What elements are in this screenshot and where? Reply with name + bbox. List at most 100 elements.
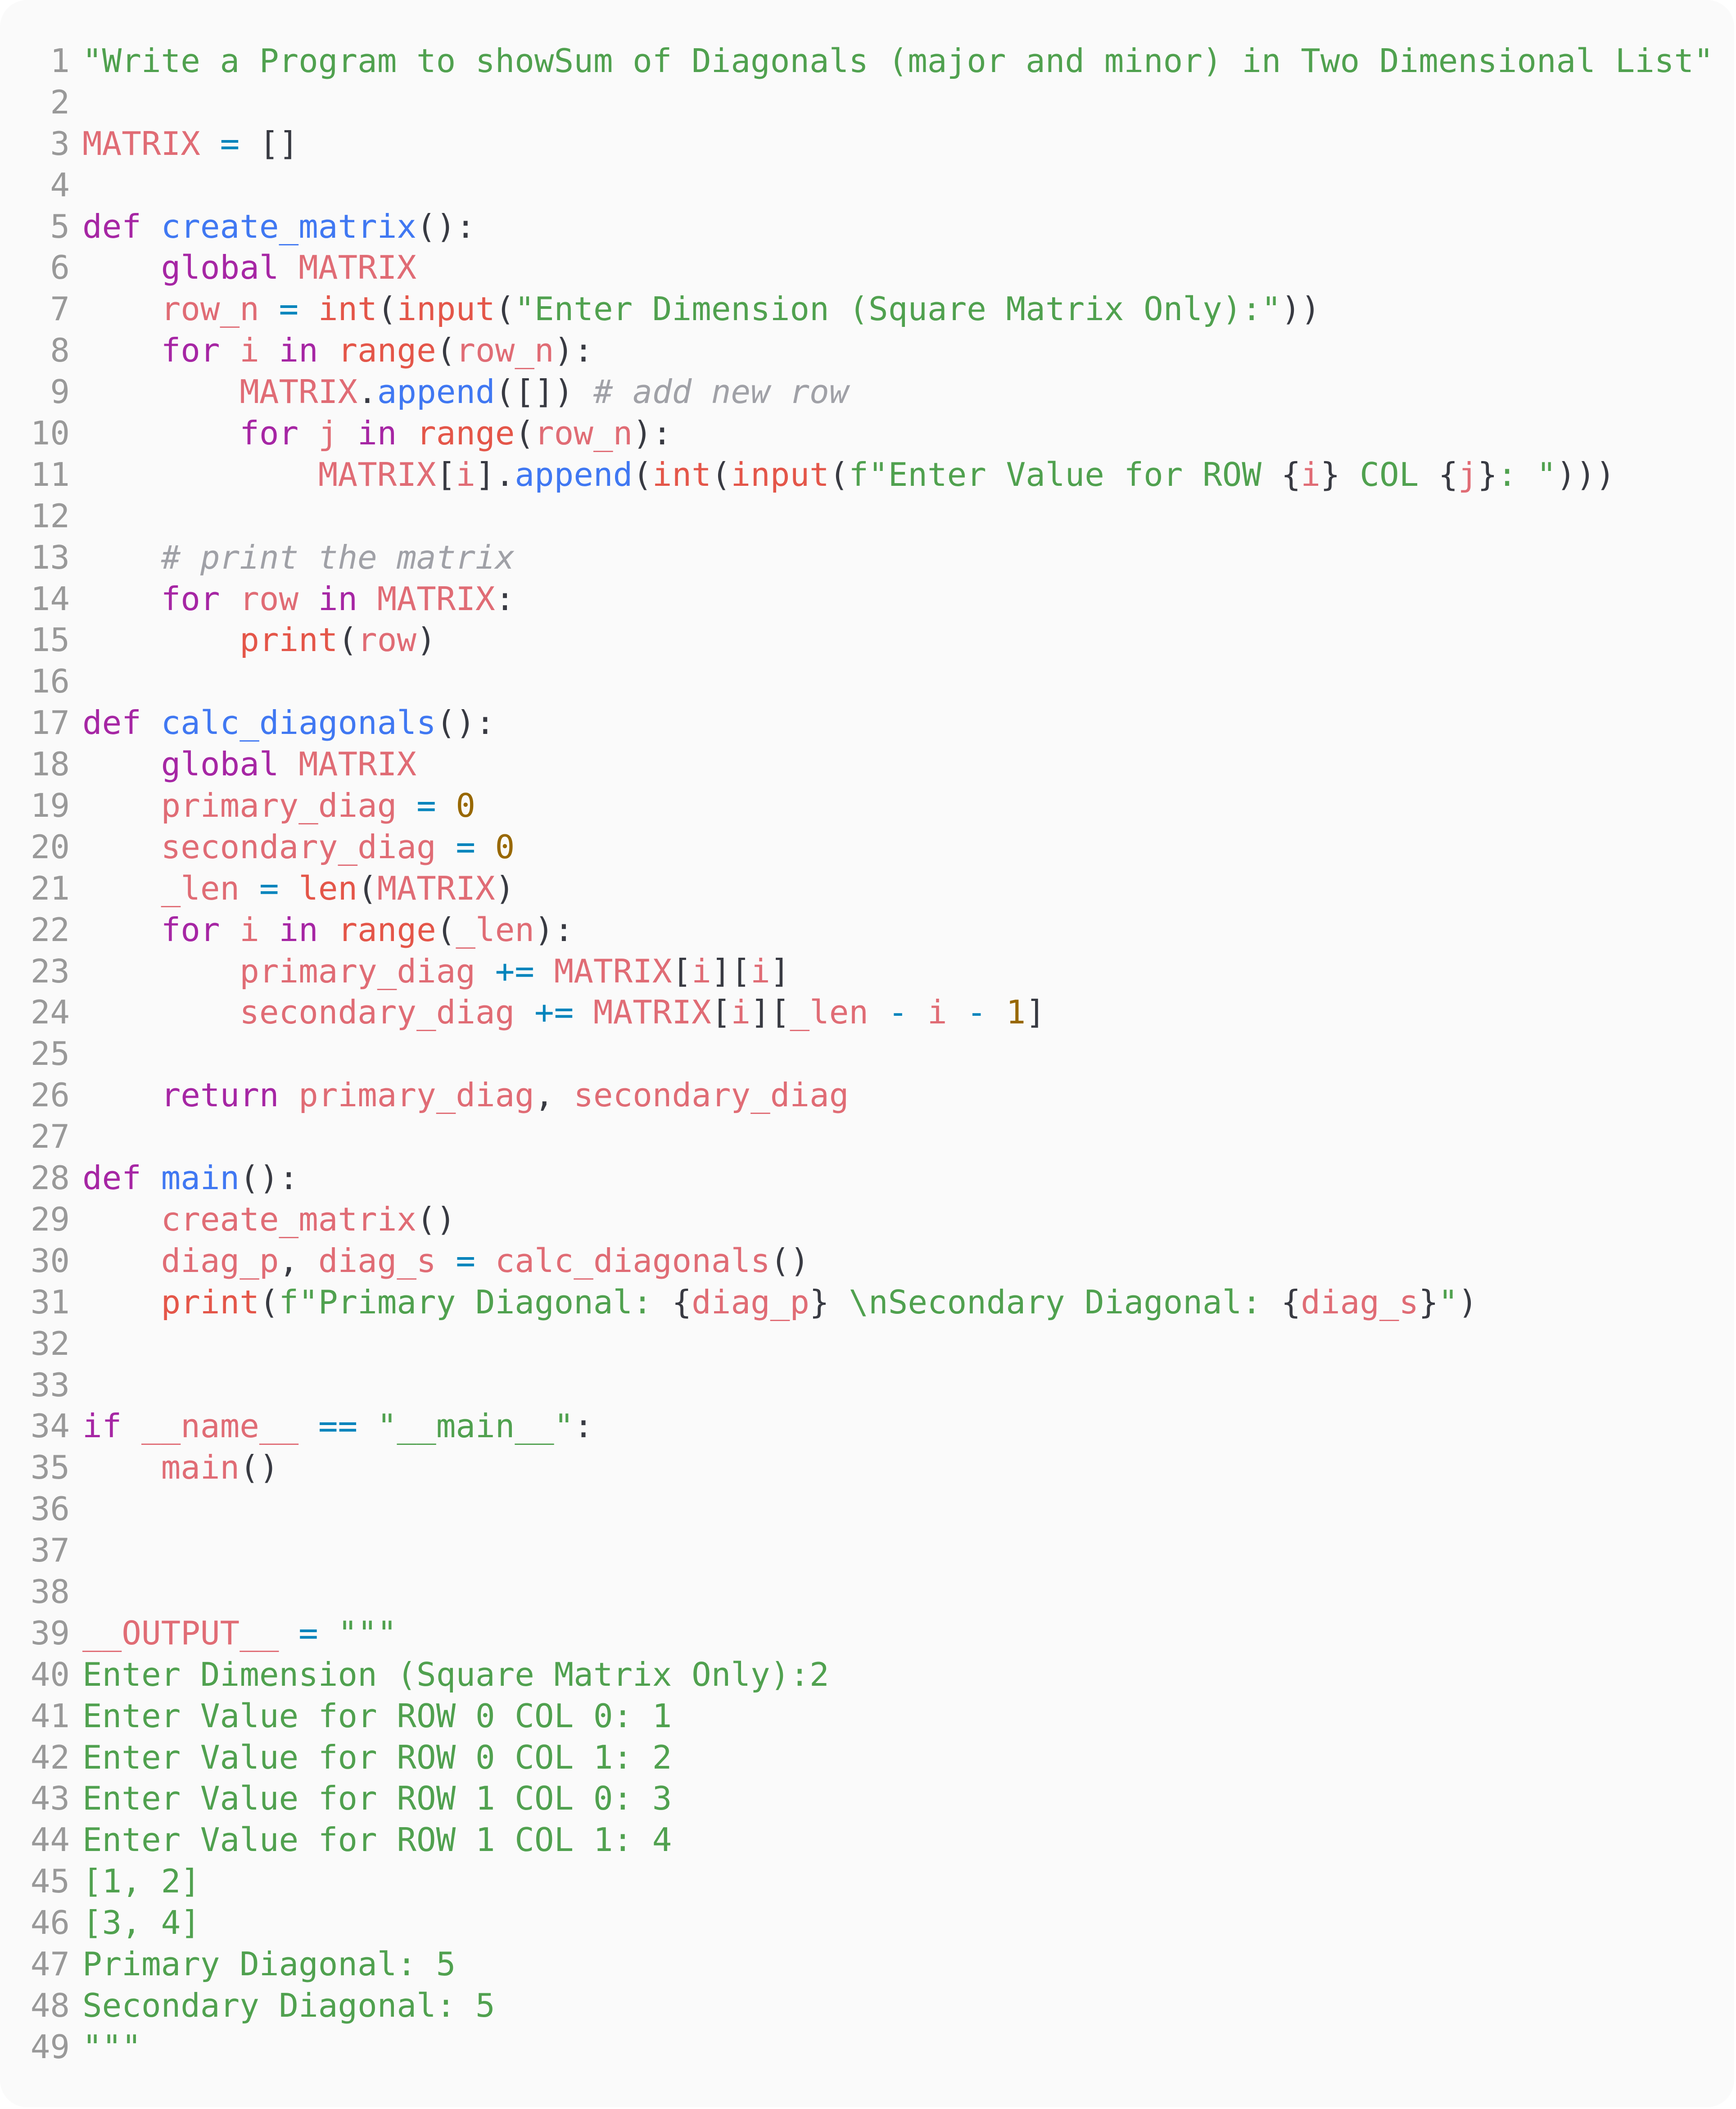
code-line[interactable]: 4: [0, 165, 1734, 207]
code-line[interactable]: 7 row_n = int(input("Enter Dimension (Sq…: [0, 289, 1734, 330]
code-line[interactable]: 38: [0, 1572, 1734, 1613]
variable-token: MATRIX: [318, 456, 436, 494]
code-text: secondary_diag += MATRIX[i][_len - i - 1…: [82, 992, 1045, 1034]
line-number: 47: [30, 1945, 70, 1983]
code-line[interactable]: 14 for row in MATRIX:: [0, 579, 1734, 620]
string-token: Enter Value for ROW 0 COL 1: 2: [82, 1738, 672, 1777]
variable-token: secondary_diag: [161, 828, 436, 866]
code-editor[interactable]: 1 "Write a Program to showSum of Diagonal…: [0, 0, 1734, 2107]
code-line[interactable]: 5 def create_matrix():: [0, 207, 1734, 248]
variable-token: diag_p: [692, 1283, 810, 1322]
code-line[interactable]: 46 [3, 4]: [0, 1903, 1734, 1944]
operator-token: =: [416, 787, 436, 825]
string-token: COL: [1340, 456, 1438, 494]
code-text: print(f"Primary Diagonal: {diag_p} \nSec…: [82, 1282, 1478, 1324]
punctuation-token: (: [436, 332, 456, 370]
variable-token: i: [692, 952, 711, 991]
code-line[interactable]: 6 global MATRIX: [0, 248, 1734, 289]
operator-token: =: [259, 869, 279, 908]
code-line[interactable]: 24 secondary_diag += MATRIX[i][_len - i …: [0, 992, 1734, 1034]
code-line[interactable]: 49 """: [0, 2027, 1734, 2068]
comment-token: # print the matrix: [161, 539, 515, 577]
variable-token: _len: [161, 869, 240, 908]
code-line[interactable]: 36: [0, 1489, 1734, 1530]
punctuation-token: [338, 415, 357, 453]
code-line[interactable]: 19 primary_diag = 0: [0, 786, 1734, 827]
code-line[interactable]: 27: [0, 1117, 1734, 1158]
code-line[interactable]: 45 [1, 2]: [0, 1861, 1734, 1903]
code-line[interactable]: 41 Enter Value for ROW 0 COL 0: 1: [0, 1696, 1734, 1738]
variable-token: diag_s: [1301, 1283, 1419, 1322]
code-line[interactable]: 17 def calc_diagonals():: [0, 703, 1734, 744]
code-line[interactable]: 15 print(row): [0, 620, 1734, 661]
code-line[interactable]: 3 MATRIX = []: [0, 124, 1734, 165]
code-line[interactable]: 16: [0, 661, 1734, 703]
variable-token: diag_s: [318, 1242, 436, 1280]
code-line[interactable]: 18 global MATRIX: [0, 744, 1734, 786]
code-line[interactable]: 33: [0, 1365, 1734, 1407]
code-line[interactable]: 9 MATRIX.append([]) # add new row: [0, 372, 1734, 413]
punctuation-token: (): [770, 1242, 810, 1280]
line-number: 36: [30, 1490, 70, 1529]
line-number: 2: [50, 83, 70, 122]
code-line[interactable]: 40 Enter Dimension (Square Matrix Only):2: [0, 1655, 1734, 1696]
code-line[interactable]: 31 print(f"Primary Diagonal: {diag_p} \n…: [0, 1282, 1734, 1324]
variable-token: MATRIX: [82, 125, 200, 163]
code-line[interactable]: 26 return primary_diag, secondary_diag: [0, 1075, 1734, 1117]
code-text: # print the matrix: [82, 538, 515, 579]
punctuation-token: ][: [711, 952, 751, 991]
code-line[interactable]: 8 for i in range(row_n):: [0, 330, 1734, 372]
code-line[interactable]: 35 main(): [0, 1448, 1734, 1489]
punctuation-token: [220, 580, 240, 618]
code-line[interactable]: 22 for i in range(_len):: [0, 910, 1734, 951]
builtin-token: input: [731, 456, 829, 494]
operator-token: =: [456, 828, 476, 866]
operator-token: -: [888, 994, 908, 1032]
code-line[interactable]: 48 Secondary Diagonal: 5: [0, 1986, 1734, 2027]
code-line[interactable]: 25: [0, 1034, 1734, 1075]
code-line[interactable]: 21 _len = len(MATRIX): [0, 869, 1734, 910]
punctuation-token: [220, 332, 240, 370]
code-line[interactable]: 34 if __name__ == "__main__":: [0, 1406, 1734, 1448]
code-line[interactable]: 1 "Write a Program to showSum of Diagonal…: [0, 41, 1734, 82]
code-line[interactable]: 30 diag_p, diag_s = calc_diagonals(): [0, 1241, 1734, 1282]
code-line[interactable]: 44 Enter Value for ROW 1 COL 1: 4: [0, 1820, 1734, 1861]
code-line[interactable]: 39 __OUTPUT__ = """: [0, 1613, 1734, 1655]
line-number: 5: [50, 208, 70, 246]
code-line[interactable]: 10 for j in range(row_n):: [0, 413, 1734, 455]
code-line[interactable]: 12: [0, 496, 1734, 538]
line-number: 11: [30, 456, 70, 494]
punctuation-token: [279, 249, 299, 287]
punctuation-token: [397, 415, 416, 453]
punctuation-token: [318, 332, 338, 370]
code-line[interactable]: 32: [0, 1324, 1734, 1365]
code-text: primary_diag += MATRIX[i][i]: [82, 951, 790, 993]
code-line[interactable]: 28 def main():: [0, 1158, 1734, 1199]
code-line[interactable]: 23 primary_diag += MATRIX[i][i]: [0, 951, 1734, 993]
line-number: 35: [30, 1449, 70, 1487]
code-line[interactable]: 11 MATRIX[i].append(int(input(f"Enter Va…: [0, 455, 1734, 496]
punctuation-token: [: [672, 952, 692, 991]
punctuation-token: [515, 994, 534, 1032]
variable-token: primary_diag: [298, 1077, 534, 1115]
code-text: for i in range(_len):: [82, 910, 574, 951]
line-number: 17: [30, 704, 70, 742]
code-line[interactable]: 42 Enter Value for ROW 0 COL 1: 2: [0, 1738, 1734, 1779]
punctuation-token: }: [1320, 456, 1340, 494]
punctuation-token: [82, 1242, 161, 1280]
punctuation-token: [318, 1615, 338, 1652]
code-text: MATRIX[i].append(int(input(f"Enter Value…: [82, 455, 1615, 496]
line-number: 28: [30, 1159, 70, 1198]
code-line[interactable]: 20 secondary_diag = 0: [0, 827, 1734, 869]
code-line[interactable]: 37: [0, 1530, 1734, 1572]
code-line[interactable]: 29 create_matrix(): [0, 1199, 1734, 1241]
line-number: 6: [50, 249, 70, 287]
punctuation-token: ))): [1556, 456, 1615, 494]
function-name-token: append: [377, 373, 495, 412]
code-line[interactable]: 47 Primary Diagonal: 5: [0, 1944, 1734, 1986]
variable-token: _len: [456, 911, 535, 949]
code-line[interactable]: 2: [0, 82, 1734, 124]
code-line[interactable]: 43 Enter Value for ROW 1 COL 0: 3: [0, 1779, 1734, 1820]
code-line[interactable]: 13 # print the matrix: [0, 538, 1734, 579]
code-text: for row in MATRIX:: [82, 579, 515, 620]
